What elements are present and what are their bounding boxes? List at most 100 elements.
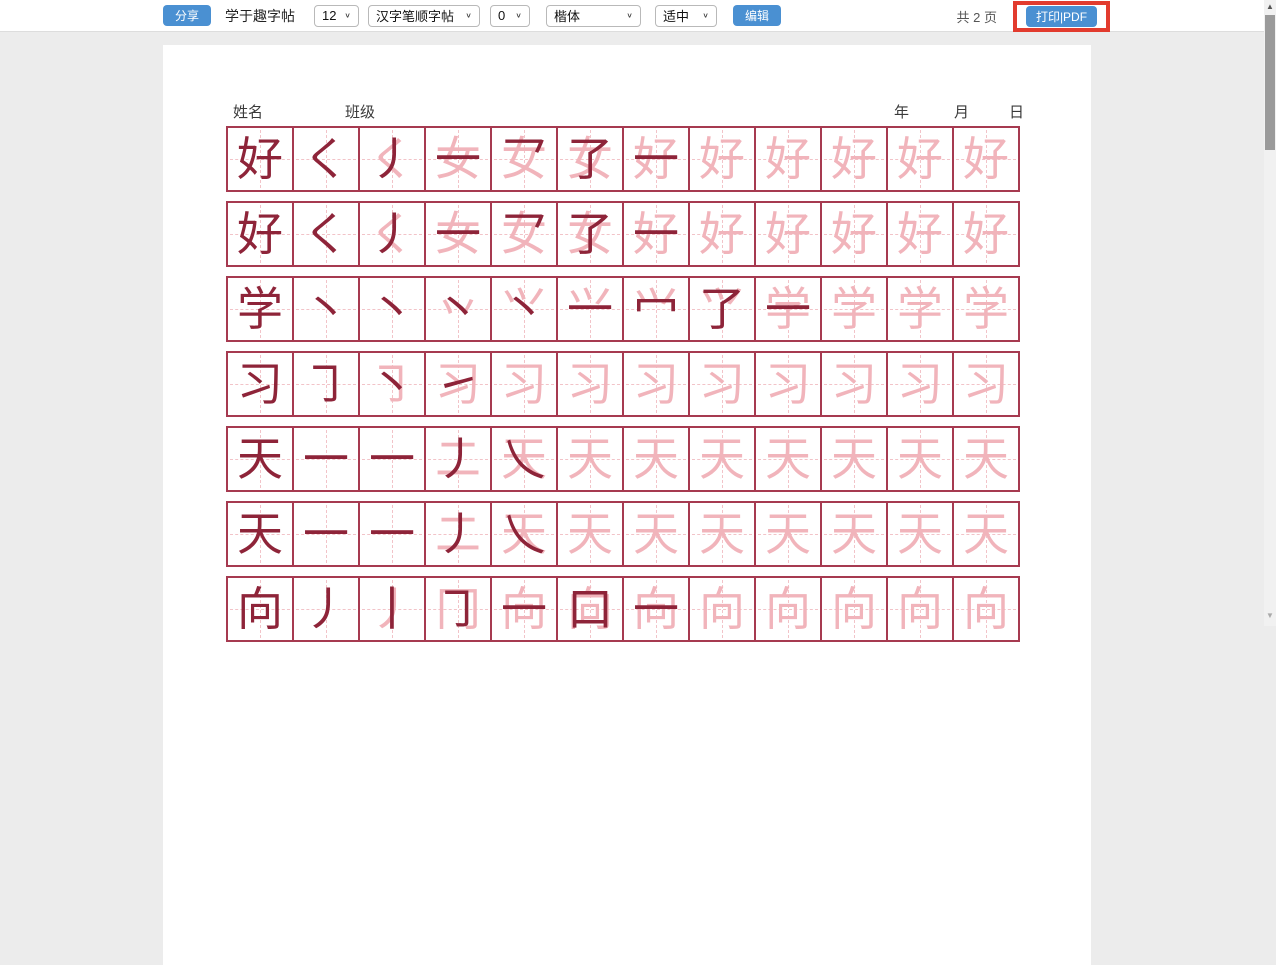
month-label: 月 xyxy=(954,101,969,122)
grid-cell: 天 xyxy=(622,426,690,492)
grid-cell: 一 xyxy=(292,501,360,567)
stroke-glyph: 一 xyxy=(492,578,556,640)
chevron-down-icon: ∨ xyxy=(702,11,709,20)
grid-cell: ⺍一 xyxy=(556,276,624,342)
class-label: 班级 xyxy=(345,101,375,122)
trace-glyph: 习 xyxy=(888,353,952,415)
stroke-glyph: 口 xyxy=(558,578,622,640)
stroke-glyph: 了 xyxy=(690,278,754,340)
grid-cell: 天 xyxy=(226,501,294,567)
grid-cell: 女了 xyxy=(556,201,624,267)
grid-row: 好くく丿女一女乛女了好一好好好好好 xyxy=(226,201,1020,267)
grid-cell: 习 xyxy=(622,351,690,417)
grid-cell: 丿丨 xyxy=(358,576,426,642)
grid-cell: ㇆ xyxy=(292,351,360,417)
stroke-glyph: 一 xyxy=(426,128,490,190)
grid-cell: 丶 xyxy=(292,276,360,342)
sheet-type-select[interactable]: 汉字笔顺字帖 ∨ xyxy=(368,5,480,27)
grid-cell: 天 xyxy=(556,426,624,492)
grid-cell: 向 xyxy=(886,576,954,642)
grid-row: 好くく丿女一女乛女了好一好好好好好 xyxy=(226,126,1020,192)
font-size-value: 12 xyxy=(322,8,336,23)
grid-cell: 学 xyxy=(226,276,294,342)
grid-cell: 二丿 xyxy=(424,501,492,567)
stroke-glyph: 一 xyxy=(294,428,358,490)
trace-glyph: 向 xyxy=(954,578,1018,640)
grid-cell: 习 xyxy=(820,351,888,417)
stroke-glyph: 乛 xyxy=(492,203,556,265)
trace-glyph: 好 xyxy=(822,128,886,190)
grid-cell: 好 xyxy=(754,201,822,267)
grid-cell: 丿 xyxy=(292,576,360,642)
font-select[interactable]: 楷体 ∨ xyxy=(546,5,641,27)
grid-cell: く丿 xyxy=(358,126,426,192)
grid-cell: 天 xyxy=(820,501,888,567)
density-value: 适中 xyxy=(663,6,689,25)
grid-cell: 向一 xyxy=(490,576,558,642)
edit-button[interactable]: 编辑 xyxy=(733,5,781,26)
chevron-down-icon: ∨ xyxy=(465,11,472,20)
grid-row: 向丿丿丨冂㇆向一向口向一向向向向向 xyxy=(226,576,1020,642)
grid-cell: 学一 xyxy=(754,276,822,342)
trace-glyph: 好 xyxy=(954,128,1018,190)
grid-cell: 一一 xyxy=(358,501,426,567)
stroke-glyph: 丿 xyxy=(426,503,490,565)
grid-cell: 丶丶 xyxy=(358,276,426,342)
trace-glyph: 习 xyxy=(690,353,754,415)
grid-cell: 学 xyxy=(820,276,888,342)
font-size-select[interactable]: 12 ∨ xyxy=(314,5,359,27)
scroll-up-icon[interactable]: ▲ xyxy=(1264,2,1276,11)
stroke-glyph: く xyxy=(294,203,358,265)
grid-cell: 天 xyxy=(754,426,822,492)
scroll-thumb[interactable] xyxy=(1265,15,1275,150)
trace-glyph: 天 xyxy=(624,503,688,565)
stroke-glyph: 乀 xyxy=(492,503,556,565)
stroke-glyph: 冖 xyxy=(624,278,688,340)
grid-cell: ⺍丶 xyxy=(490,276,558,342)
grid-cell: 学 xyxy=(952,276,1020,342)
stroke-glyph: 丶 xyxy=(294,278,358,340)
trace-glyph: 天 xyxy=(822,428,886,490)
scroll-down-icon[interactable]: ▼ xyxy=(1264,611,1276,620)
share-button[interactable]: 分享 xyxy=(163,5,211,26)
stroke-glyph: 丶 xyxy=(492,278,556,340)
grid-cell: 习㇀ xyxy=(424,351,492,417)
scrollbar[interactable]: ▲ ▼ xyxy=(1264,0,1276,626)
grid-cell: 向 xyxy=(226,576,294,642)
grid-cell: 女乛 xyxy=(490,126,558,192)
chevron-down-icon: ∨ xyxy=(344,11,351,20)
trace-glyph: 习 xyxy=(822,353,886,415)
practice-grid: 好くく丿女一女乛女了好一好好好好好好くく丿女一女乛女了好一好好好好好学丶丶丶丷丶… xyxy=(226,126,1020,651)
name-label: 姓名 xyxy=(233,101,263,122)
trace-glyph: 天 xyxy=(888,503,952,565)
grid-cell: 好 xyxy=(688,201,756,267)
stroke-glyph: 了 xyxy=(558,128,622,190)
stroke-glyph: 一 xyxy=(426,203,490,265)
trace-glyph: 天 xyxy=(558,503,622,565)
offset-select[interactable]: 0 ∨ xyxy=(490,5,530,27)
trace-glyph: 天 xyxy=(888,428,952,490)
grid-cell: 一一 xyxy=(358,426,426,492)
grid-cell: 天 xyxy=(754,501,822,567)
grid-cell: 向 xyxy=(754,576,822,642)
offset-value: 0 xyxy=(498,8,505,23)
grid-cell: 女一 xyxy=(424,126,492,192)
site-title: 学于趣字帖 xyxy=(225,6,295,26)
stroke-glyph: 好 xyxy=(228,203,292,265)
grid-cell: 冂㇆ xyxy=(424,576,492,642)
stroke-glyph: 丶 xyxy=(360,353,424,415)
density-select[interactable]: 适中 ∨ xyxy=(655,5,717,27)
trace-glyph: 好 xyxy=(888,203,952,265)
stroke-glyph: 天 xyxy=(228,428,292,490)
grid-cell: 向一 xyxy=(622,576,690,642)
trace-glyph: 好 xyxy=(690,128,754,190)
grid-cell: く xyxy=(292,126,360,192)
page-count: 共 2 页 xyxy=(957,7,997,26)
print-pdf-button[interactable]: 打印|PDF xyxy=(1026,6,1097,27)
stroke-glyph: 丿 xyxy=(294,578,358,640)
toolbar: 分享 学于趣字帖 12 ∨ 汉字笔顺字帖 ∨ 0 ∨ 楷体 ∨ 适中 ∨ 编辑 … xyxy=(0,0,1276,32)
grid-cell: ⺍了 xyxy=(688,276,756,342)
grid-cell: 好 xyxy=(820,126,888,192)
stroke-glyph: 乀 xyxy=(492,428,556,490)
grid-cell: 天 xyxy=(688,501,756,567)
